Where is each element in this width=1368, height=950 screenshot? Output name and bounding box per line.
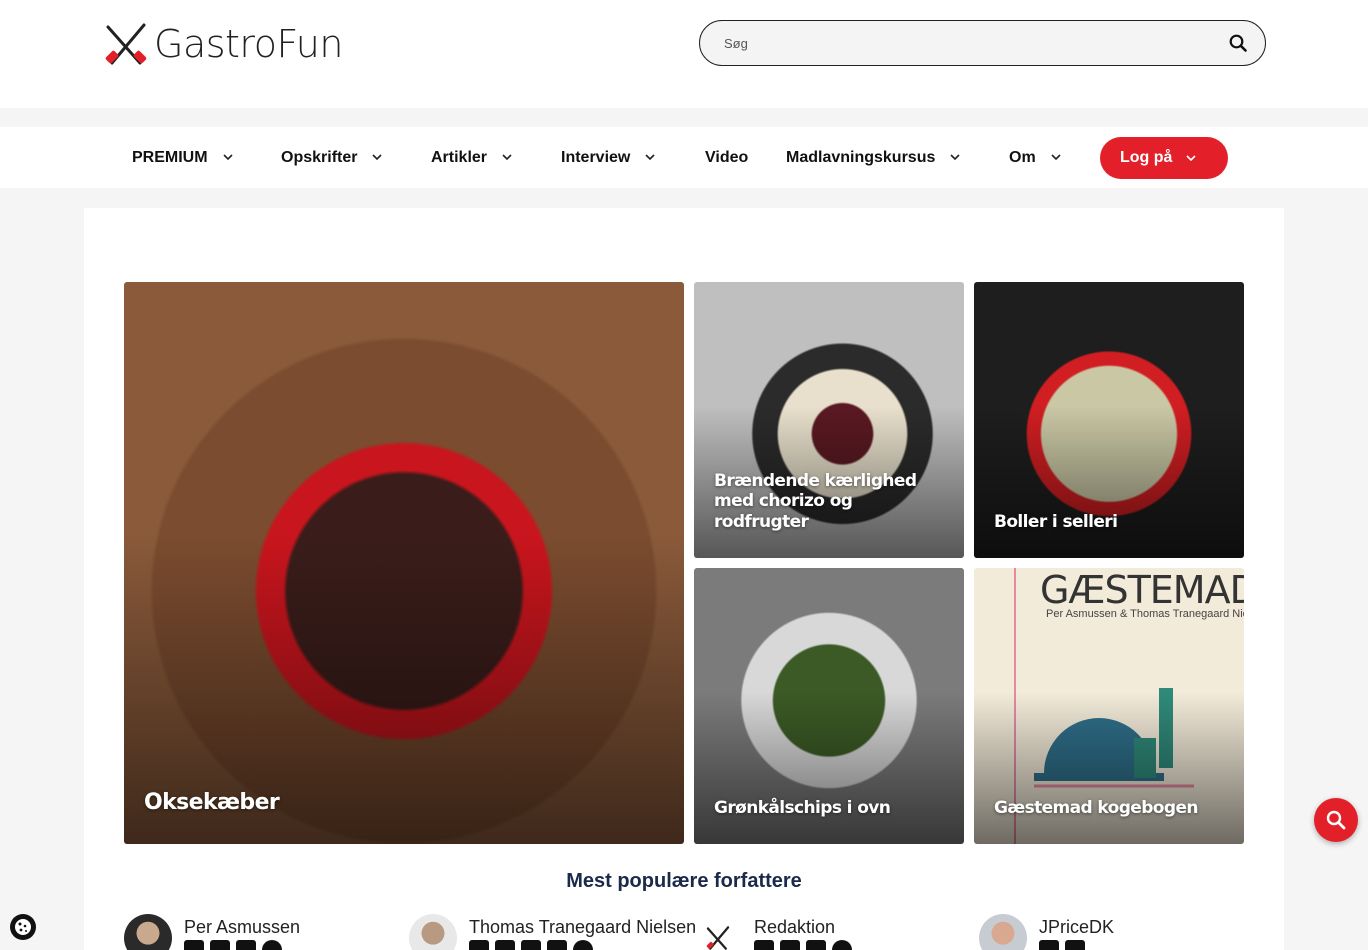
search-input[interactable]	[724, 35, 1227, 51]
author-socials	[754, 940, 852, 950]
featured-tile-gaestemad[interactable]: GÆSTEMAD Per Asmussen & Thomas Tranegaar…	[974, 568, 1244, 844]
author-name[interactable]: Thomas Tranegaard Nielsen	[469, 917, 696, 938]
tile-title: Grønkålschips i ovn	[714, 797, 891, 818]
featured-tile-gronkaalschips[interactable]: Grønkålschips i ovn	[694, 568, 964, 844]
website-icon[interactable]	[262, 940, 282, 950]
search-icon	[1326, 810, 1346, 830]
login-label: Log på	[1120, 149, 1173, 166]
cutlery-icon	[105, 23, 147, 65]
instagram-icon[interactable]	[210, 940, 230, 950]
facebook-icon[interactable]	[469, 940, 489, 950]
nav-label: Opskrifter	[281, 148, 358, 166]
linkedin-icon[interactable]	[236, 940, 256, 950]
featured-tile-oksekaeber[interactable]: Oksekæber	[124, 282, 684, 844]
featured-tile-braendende-kaerlighed[interactable]: Brændende kærlighed med chorizo og rodfr…	[694, 282, 964, 558]
nav-item-video[interactable]: Video	[705, 127, 748, 188]
author-name[interactable]: JPriceDK	[1039, 917, 1114, 938]
nav-label: Artikler	[431, 148, 488, 166]
facebook-icon[interactable]	[754, 940, 774, 950]
login-button[interactable]: Log på	[1100, 137, 1228, 179]
facebook-icon[interactable]	[184, 940, 204, 950]
cookie-icon	[15, 919, 31, 935]
nav-label: PREMIUM	[132, 148, 208, 166]
chevron-down-icon	[501, 152, 513, 164]
chevron-down-icon	[371, 152, 383, 164]
featured-tile-boller-i-selleri[interactable]: Boller i selleri	[974, 282, 1244, 558]
author-socials	[184, 940, 282, 950]
youtube-icon[interactable]	[547, 940, 567, 950]
chevron-down-icon	[1050, 152, 1062, 164]
author-name[interactable]: Per Asmussen	[184, 917, 300, 938]
chevron-down-icon	[222, 152, 234, 164]
cutlery-icon	[706, 926, 730, 950]
author-socials	[469, 940, 593, 950]
author-socials	[1039, 940, 1085, 950]
nav-label: Interview	[561, 148, 631, 166]
nav-item-opskrifter[interactable]: Opskrifter	[281, 127, 383, 188]
cover-title: GÆSTEMAD	[1040, 568, 1244, 612]
tile-title: Brændende kærlighed med chorizo og rodfr…	[714, 470, 917, 532]
authors-heading: Mest populære forfattere	[566, 870, 802, 892]
cookie-settings-button[interactable]	[10, 914, 36, 940]
search-icon[interactable]	[1227, 32, 1249, 54]
nav-item-interview[interactable]: Interview	[561, 127, 656, 188]
tile-shade	[974, 692, 1244, 844]
nav-item-madlavningskursus[interactable]: Madlavningskursus	[786, 127, 961, 188]
nav-item-premium[interactable]: PREMIUM	[132, 127, 234, 188]
nav-label: Video	[705, 148, 749, 166]
instagram-icon[interactable]	[1039, 940, 1059, 950]
chevron-down-icon	[644, 152, 656, 164]
chevron-down-icon	[1186, 152, 1198, 164]
instagram-icon[interactable]	[780, 940, 800, 950]
linkedin-icon[interactable]	[521, 940, 541, 950]
author-name[interactable]: Redaktion	[754, 917, 835, 938]
tile-title: Gæstemad kogebogen	[994, 797, 1199, 818]
site-header: GastroFun	[0, 0, 1368, 108]
cover-subtitle: Per Asmussen & Thomas Tranegaard Nielsen	[1046, 608, 1244, 620]
site-logo[interactable]: GastroFun	[102, 18, 343, 70]
search-box	[699, 20, 1266, 66]
nav-item-artikler[interactable]: Artikler	[431, 127, 513, 188]
tile-title: Boller i selleri	[994, 511, 1118, 532]
tile-shade	[694, 692, 964, 844]
logo-text: GastroFun	[154, 22, 343, 66]
tile-title: Oksekæber	[144, 789, 280, 815]
website-icon[interactable]	[573, 940, 593, 950]
nav-label: Om	[1009, 148, 1036, 166]
youtube-icon[interactable]	[1065, 940, 1085, 950]
website-icon[interactable]	[832, 940, 852, 950]
nav-item-om[interactable]: Om	[1009, 127, 1062, 188]
nav-label: Madlavningskursus	[786, 148, 936, 166]
chevron-down-icon	[949, 152, 961, 164]
instagram-icon[interactable]	[495, 940, 515, 950]
tile-shade	[974, 406, 1244, 558]
youtube-icon[interactable]	[806, 940, 826, 950]
main-nav: PREMIUM Opskrifter Artikler Interview Vi…	[0, 127, 1368, 188]
floating-search-button[interactable]	[1314, 798, 1358, 842]
